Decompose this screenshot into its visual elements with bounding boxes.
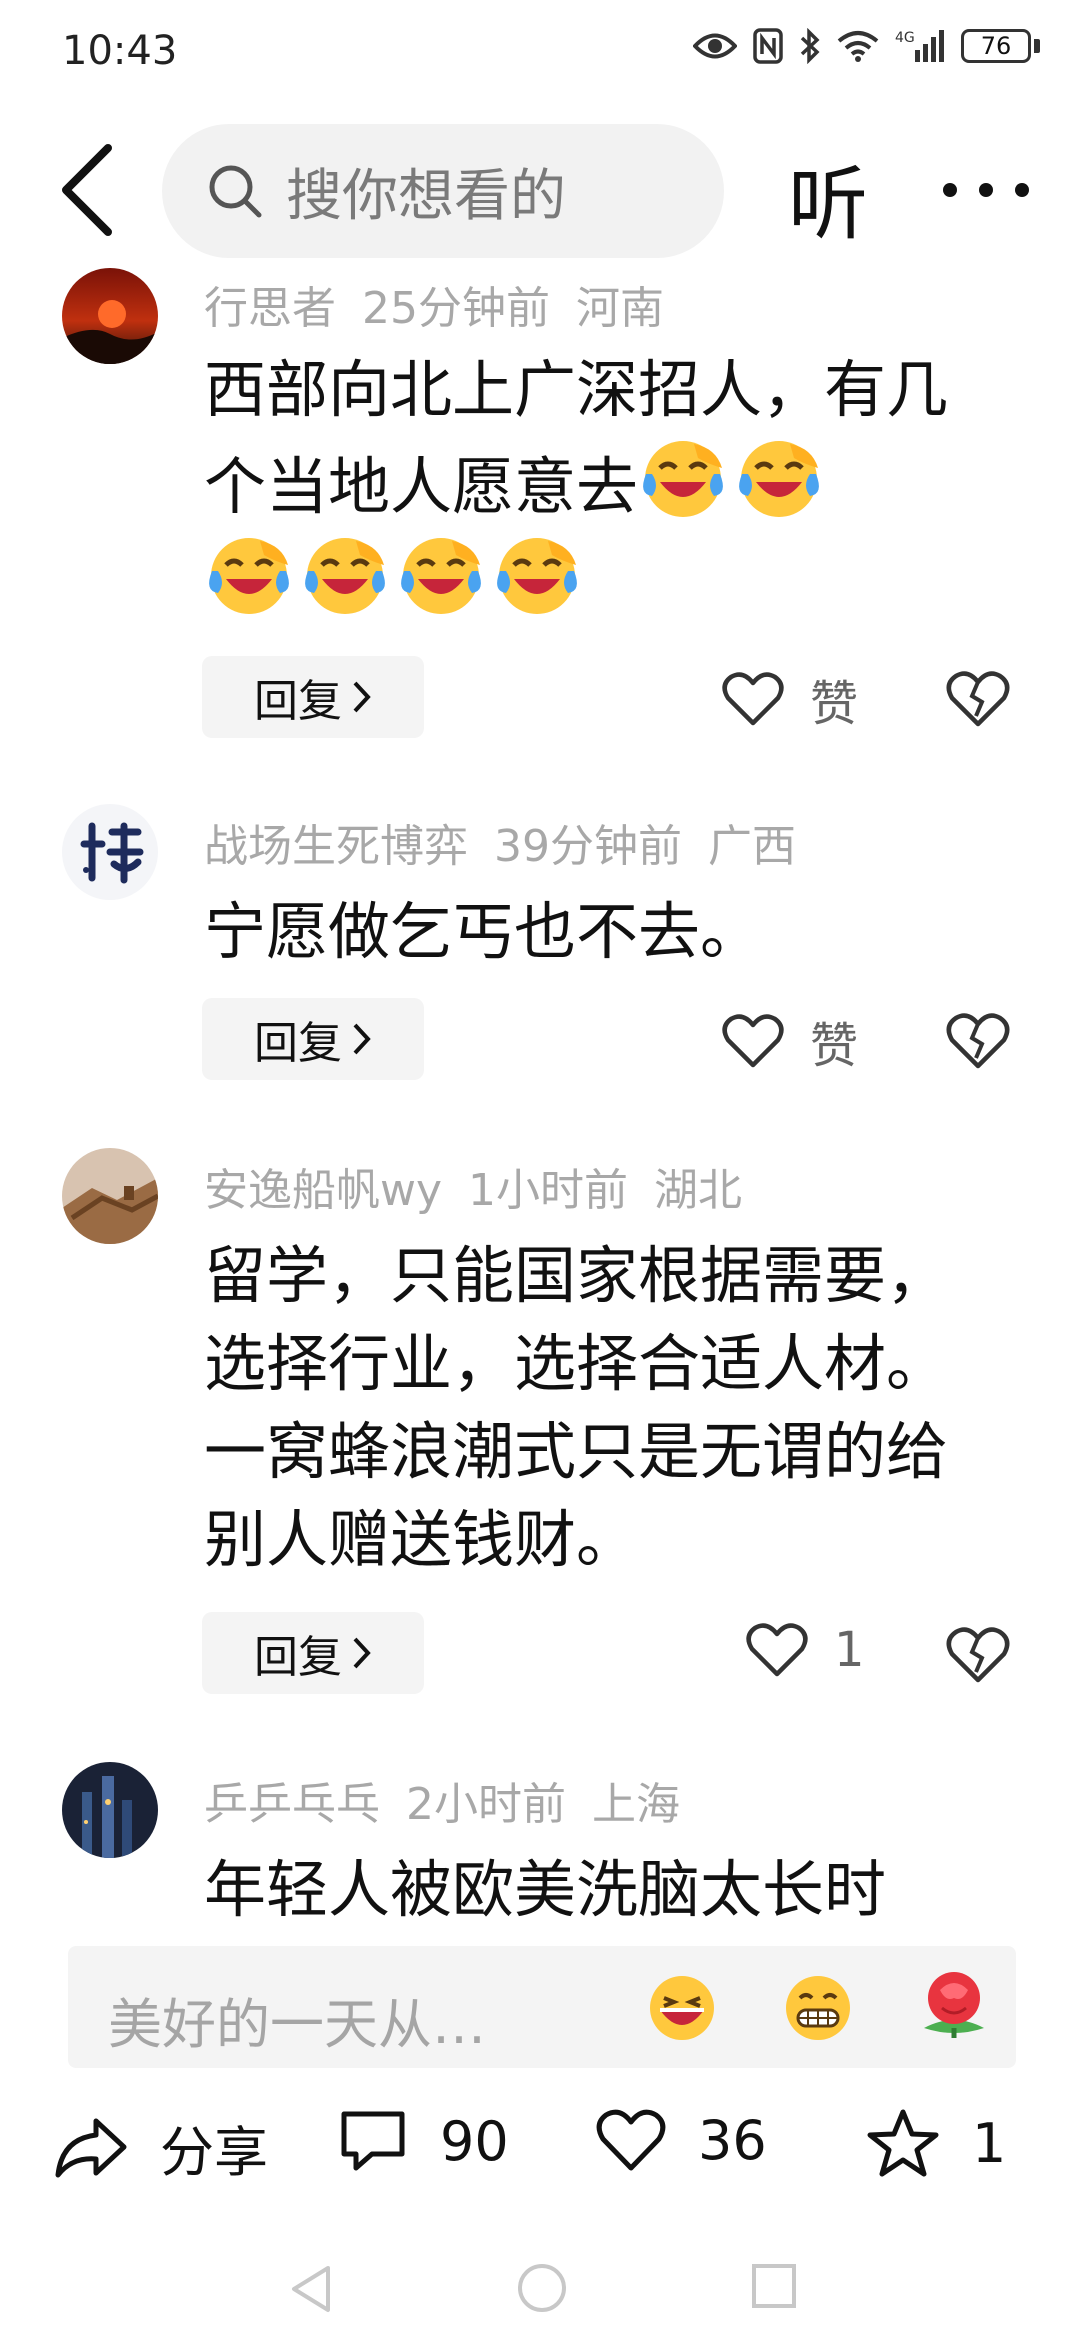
like-button[interactable]: 赞: [722, 1006, 858, 1076]
comment-icon: [341, 2111, 405, 2171]
svg-text:4G: 4G: [895, 30, 915, 46]
comment-meta: 安逸船帆wy 1小时前 湖北: [204, 1154, 768, 1218]
comment-username[interactable]: 安逸船帆wy: [204, 1165, 442, 1216]
comment-text: 留学，只能国家根据需要，选择行业，选择合适人材。一窝蜂浪潮式只是无谓的给别人赠送…: [204, 1239, 949, 1576]
back-arrow-icon[interactable]: [52, 140, 122, 240]
laugh-cry-emoji: [300, 531, 390, 621]
nav-home-icon[interactable]: [516, 2262, 568, 2314]
nav-back-icon[interactable]: [286, 2262, 334, 2316]
share-button[interactable]: 分享: [54, 2108, 268, 2187]
battery-indicator: 76: [961, 29, 1040, 63]
status-time: 10:43: [62, 28, 178, 74]
comments-count: 90: [440, 2109, 509, 2173]
comment-location: 河南: [576, 283, 664, 334]
laugh-cry-emoji: [396, 531, 486, 621]
listen-button[interactable]: 听: [788, 140, 868, 256]
like-label: 赞: [810, 1018, 859, 1074]
search-placeholder: 搜你想看的: [286, 163, 566, 229]
chevron-right-icon: [353, 1637, 371, 1669]
nav-recents-icon[interactable]: [750, 2262, 798, 2310]
search-icon: [209, 165, 262, 218]
reply-button[interactable]: 回复: [202, 656, 424, 738]
grinning-emoji-icon[interactable]: [782, 1972, 854, 2044]
heart-icon: [722, 1014, 784, 1068]
avatar[interactable]: [62, 804, 158, 900]
laugh-cry-emoji: [734, 434, 824, 524]
comment-input-placeholder: 美好的一天从…: [108, 1993, 486, 2056]
comment-location: 广西: [708, 821, 796, 872]
eye-icon: [693, 33, 737, 59]
laugh-cry-emoji: [204, 531, 294, 621]
heart-icon: [596, 2109, 666, 2171]
share-icon: [55, 2118, 127, 2177]
laugh-cry-emoji: [638, 434, 728, 524]
like-button[interactable]: 赞: [722, 664, 858, 734]
comment-location: 上海: [592, 1779, 680, 1830]
comment-time: 25分钟前: [362, 283, 550, 334]
comment-username[interactable]: 战场生死博弈: [204, 821, 468, 872]
broken-heart-icon[interactable]: [946, 1008, 1010, 1072]
comment-time: 2小时前: [406, 1779, 566, 1830]
avatar[interactable]: [62, 1762, 158, 1858]
bluetooth-icon: [800, 28, 820, 64]
favorites-count: 1: [972, 2111, 1007, 2175]
like-button[interactable]: 1: [746, 1622, 865, 1678]
laugh-cry-emoji: [492, 531, 582, 621]
star-icon: [867, 2109, 939, 2177]
heart-icon: [746, 1623, 808, 1677]
laughing-emoji-icon[interactable]: [646, 1972, 718, 2044]
more-options-icon[interactable]: [936, 160, 1036, 220]
favorite-button[interactable]: 1: [866, 2108, 1006, 2178]
like-label: 赞: [810, 676, 859, 732]
reply-button[interactable]: 回复: [202, 998, 424, 1080]
rose-icon[interactable]: [916, 1968, 992, 2046]
battery-level: 76: [961, 29, 1031, 63]
comment-meta: 行思者 25分钟前 河南: [204, 272, 690, 336]
comment-text: 西部向北上广深招人，有几个当地人愿意去: [204, 346, 994, 628]
chevron-right-icon: [353, 1023, 371, 1055]
chevron-right-icon: [353, 681, 371, 713]
comment-username[interactable]: 乒乒乓乓: [204, 1779, 380, 1830]
search-bar[interactable]: 搜你想看的: [162, 124, 724, 258]
broken-heart-icon[interactable]: [946, 1622, 1010, 1686]
heart-icon: [722, 672, 784, 726]
status-icons: 4G 76: [693, 28, 1040, 64]
comment-time: 1小时前: [468, 1165, 629, 1216]
avatar[interactable]: [62, 268, 158, 364]
comment-text: 宁愿做乞丐也不去。: [204, 895, 763, 968]
comment-username[interactable]: 行思者: [204, 283, 336, 334]
comment-text: 年轻人被欧美洗脑太长时: [204, 1853, 887, 1924]
like-count: 1: [834, 1622, 865, 1678]
signal-icon: 4G: [895, 30, 944, 62]
broken-heart-icon[interactable]: [946, 666, 1010, 730]
comments-button[interactable]: 90: [338, 2108, 509, 2174]
comment-meta: 乒乒乓乓 2小时前 上海: [204, 1768, 706, 1832]
comment-meta: 战场生死博弈 39分钟前 广西: [204, 810, 822, 874]
comment-time: 39分钟前: [494, 821, 682, 872]
likes-count: 36: [698, 2108, 767, 2172]
reply-button[interactable]: 回复: [202, 1612, 424, 1694]
avatar[interactable]: [62, 1148, 158, 1244]
comment-location: 湖北: [654, 1165, 743, 1216]
like-post-button[interactable]: 36: [596, 2108, 767, 2172]
nfc-icon: [753, 28, 783, 64]
wifi-icon: [837, 31, 879, 62]
share-label: 分享: [160, 2121, 268, 2184]
